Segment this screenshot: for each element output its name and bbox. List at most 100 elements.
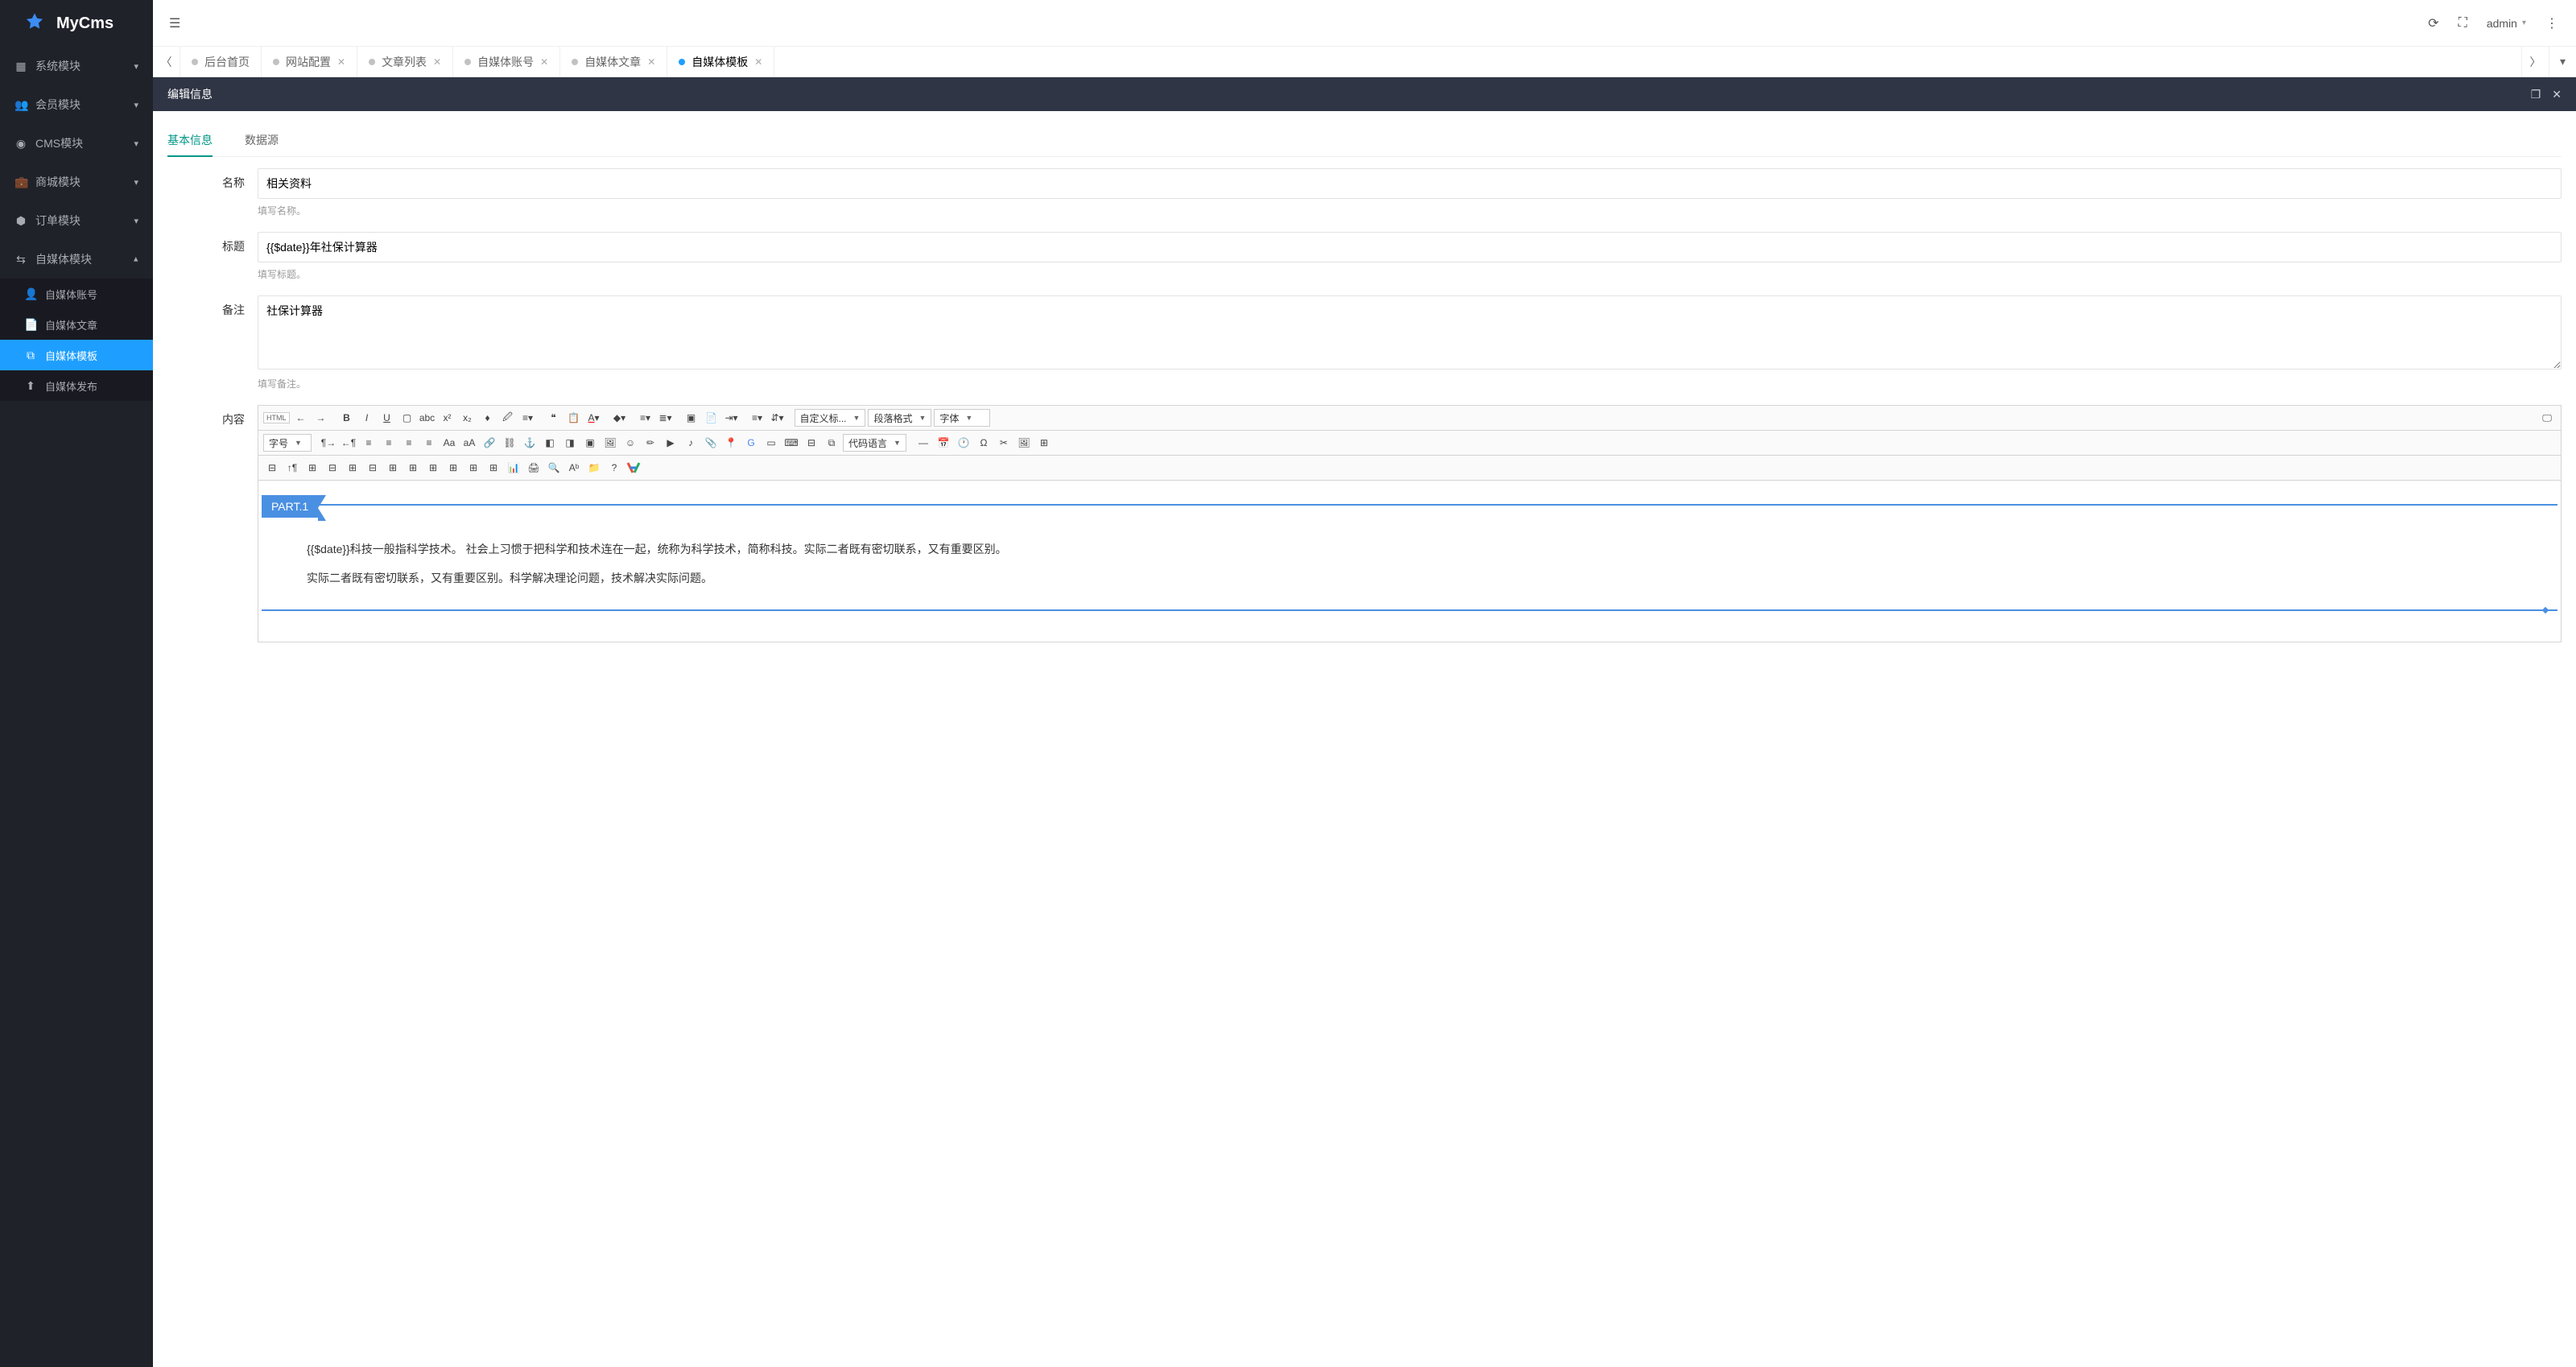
split-rows-icon[interactable]: ⊞ — [464, 459, 482, 477]
delete-col-icon[interactable]: ⊟ — [364, 459, 382, 477]
tabs-more[interactable]: ▾ — [2549, 47, 2576, 76]
panel-close-icon[interactable]: ✕ — [2552, 88, 2562, 101]
paragraph-format-select[interactable]: 段落格式▼ — [868, 409, 931, 427]
image-center-icon[interactable]: ▣ — [581, 434, 599, 452]
blockquote-icon[interactable]: ❝ — [545, 409, 563, 427]
tab-close-icon[interactable]: ✕ — [337, 56, 345, 68]
user-menu[interactable]: admin ▾ — [2487, 17, 2526, 30]
format-paint-icon[interactable]: 🖉 — [499, 409, 517, 427]
clear-format-icon[interactable]: ♦ — [479, 409, 497, 427]
delete-row-icon[interactable]: ⊟ — [324, 459, 341, 477]
sidebar-item-member[interactable]: 👥 会员模块 ▾ — [0, 85, 153, 124]
sidebar-item-system[interactable]: ▦ 系统模块 ▾ — [0, 47, 153, 85]
refresh-button[interactable]: ⟳ — [2428, 15, 2438, 31]
tab-close-icon[interactable]: ✕ — [433, 56, 441, 68]
image-right-icon[interactable]: ◨ — [561, 434, 579, 452]
tab-media-template[interactable]: 自媒体模板 ✕ — [667, 47, 774, 76]
tab-close-icon[interactable]: ✕ — [647, 56, 655, 68]
title-input[interactable] — [258, 232, 2562, 262]
unlink-icon[interactable]: ⛓ — [501, 434, 518, 452]
scrawl-icon[interactable]: ✏ — [642, 434, 659, 452]
select-all-icon[interactable]: ▣ — [683, 409, 700, 427]
merge-cells-icon[interactable]: ⊞ — [384, 459, 402, 477]
code-icon[interactable]: ⌨ — [782, 434, 800, 452]
editor-html-button[interactable]: HTML — [263, 412, 290, 423]
tab-media-article[interactable]: 自媒体文章 ✕ — [560, 47, 667, 76]
table-icon[interactable]: ⊞ — [1035, 434, 1053, 452]
sidebar-item-shop[interactable]: 💼 商城模块 ▾ — [0, 163, 153, 201]
line-spacing-icon[interactable]: ⇵▾ — [769, 409, 786, 427]
paste-plain-icon[interactable]: 📋 — [565, 409, 583, 427]
sidebar-item-media-account[interactable]: 👤 自媒体账号 — [0, 279, 153, 309]
attachment-icon[interactable]: 📎 — [702, 434, 720, 452]
editor-fullscreen-icon[interactable]: 🖵 — [2538, 409, 2556, 427]
insert-col-icon[interactable]: ⊞ — [344, 459, 361, 477]
fullscreen-button[interactable]: ⛶ — [2458, 16, 2467, 31]
help-icon[interactable]: ? — [605, 459, 623, 477]
forecolor-icon[interactable]: A▾ — [585, 409, 603, 427]
inner-tab-datasource[interactable]: 数据源 — [245, 124, 279, 156]
drafts-icon[interactable]: 📁 — [585, 459, 603, 477]
sidebar-item-media-template[interactable]: ⧉ 自媒体模板 — [0, 340, 153, 370]
note-textarea[interactable]: 社保计算器 — [258, 295, 2562, 370]
indent-icon[interactable]: ⇥▾ — [723, 409, 741, 427]
align-left-icon[interactable]: ≡ — [360, 434, 378, 452]
new-page-icon[interactable]: 📄 — [703, 409, 720, 427]
insert-para-before-icon[interactable]: ↑¶ — [283, 459, 301, 477]
snapscreen-icon[interactable]: ✂ — [995, 434, 1013, 452]
collapse-sidebar-button[interactable]: ☰ — [169, 17, 180, 31]
sidebar-item-media-article[interactable]: 📄 自媒体文章 — [0, 309, 153, 340]
tab-close-icon[interactable]: ✕ — [540, 56, 548, 68]
ueditor-logo-icon[interactable] — [625, 459, 642, 477]
video-icon[interactable]: ▶ — [662, 434, 679, 452]
split-cols-icon[interactable]: ⊞ — [485, 459, 502, 477]
tabs-scroll-left[interactable]: 〈 — [153, 47, 180, 76]
superscript-icon[interactable]: x² — [439, 409, 456, 427]
dir-ltr-icon[interactable]: ¶→ — [320, 434, 337, 452]
font-family-select[interactable]: 字体▼ — [934, 409, 990, 427]
ordered-list-icon[interactable]: ≡▾ — [637, 409, 654, 427]
font-size-select[interactable]: 字号▼ — [263, 434, 312, 452]
gmap-icon[interactable]: G — [742, 434, 760, 452]
undo-icon[interactable]: ← — [292, 409, 310, 427]
editor-body[interactable]: PART.1 {{$date}}科技一般指科学技术。 社会上习惯于把科学和技术连… — [258, 481, 2561, 642]
sidebar-item-media[interactable]: ⇆ 自媒体模块 ▾ — [0, 240, 153, 279]
dir-rtl-icon[interactable]: ←¶ — [340, 434, 357, 452]
code-lang-select[interactable]: 代码语言▼ — [843, 434, 906, 452]
align-right-icon[interactable]: ≡ — [400, 434, 418, 452]
merge-right-icon[interactable]: ⊞ — [404, 459, 422, 477]
frame-icon[interactable]: ▭ — [762, 434, 780, 452]
split-cells-icon[interactable]: ⊞ — [444, 459, 462, 477]
bold-icon[interactable]: B — [338, 409, 356, 427]
search-replace-icon[interactable]: Aᵇ — [565, 459, 583, 477]
subscript-icon[interactable]: x₂ — [459, 409, 477, 427]
tab-site-config[interactable]: 网站配置 ✕ — [262, 47, 357, 76]
tab-article-list[interactable]: 文章列表 ✕ — [357, 47, 453, 76]
music-icon[interactable]: ♪ — [682, 434, 700, 452]
link-icon[interactable]: 🔗 — [481, 434, 498, 452]
tab-home[interactable]: 后台首页 — [180, 47, 262, 76]
special-char-icon[interactable]: Ω — [975, 434, 993, 452]
redo-icon[interactable]: → — [312, 409, 330, 427]
hr-icon[interactable]: — — [914, 434, 932, 452]
preview-icon[interactable]: 🔍 — [545, 459, 563, 477]
sidebar-item-order[interactable]: ⬢ 订单模块 ▾ — [0, 201, 153, 240]
map-icon[interactable]: 📍 — [722, 434, 740, 452]
custom-title-select[interactable]: 自定义标...▼ — [795, 409, 866, 427]
panel-maximize-icon[interactable]: ❐ — [2531, 88, 2541, 101]
tabs-scroll-right[interactable]: 〉 — [2521, 47, 2549, 76]
underline-icon[interactable]: U — [378, 409, 396, 427]
image-icon[interactable]: 🖼 — [601, 434, 619, 452]
wordimage-icon[interactable]: 🖼 — [1015, 434, 1033, 452]
chart-icon[interactable]: 📊 — [505, 459, 522, 477]
uppercase-icon[interactable]: Aa — [440, 434, 458, 452]
time-icon[interactable]: 🕐 — [955, 434, 972, 452]
font-border-icon[interactable]: ▢ — [398, 409, 416, 427]
align-center-icon[interactable]: ≡ — [380, 434, 398, 452]
more-button[interactable]: ⋮ — [2545, 15, 2558, 31]
emoji-icon[interactable]: ☺ — [621, 434, 639, 452]
insert-row-icon[interactable]: ⊞ — [303, 459, 321, 477]
strikethrough-icon[interactable]: abc — [419, 409, 436, 427]
backcolor-icon[interactable]: ◆▾ — [611, 409, 629, 427]
anchor-icon[interactable]: ⚓ — [521, 434, 539, 452]
